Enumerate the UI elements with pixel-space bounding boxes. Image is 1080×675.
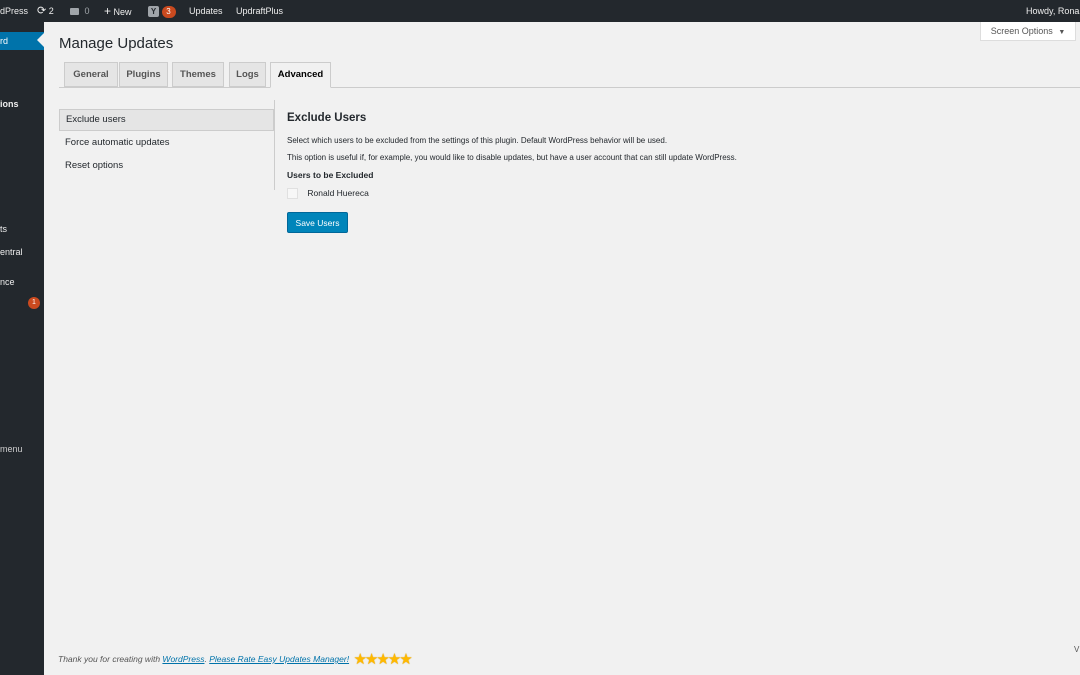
- admin-bar: dPress ⟳ 2 0 + New Y 3 Updates UpdraftPl…: [0, 0, 1080, 22]
- admin-footer: Thank you for creating with WordPress. P…: [58, 650, 413, 668]
- comments-count: 0: [84, 6, 90, 16]
- sidebar-item-label: ts: [0, 224, 8, 234]
- howdy-user-menu[interactable]: Howdy, Ronal: [1026, 0, 1080, 22]
- screen-options-label: Screen Options: [990, 26, 1053, 36]
- sidebar-item-label: ions: [0, 99, 19, 109]
- subnav-exclude-users[interactable]: Exclude users: [59, 109, 274, 131]
- save-users-button[interactable]: Save Users: [287, 212, 348, 233]
- tab-advanced[interactable]: Advanced: [270, 62, 331, 88]
- footer-text: Thank you for creating with: [58, 654, 163, 664]
- updates-count: 2: [48, 6, 54, 16]
- subnav-force-automatic-updates[interactable]: Force automatic updates: [59, 133, 271, 153]
- tab-bar: General Plugins Themes Logs Advanced: [59, 62, 1080, 88]
- new-label: New: [113, 7, 132, 17]
- subnav-reset-options[interactable]: Reset options: [59, 156, 271, 176]
- tab-logs[interactable]: Logs: [229, 62, 266, 87]
- sidebar-item-label: rd: [0, 36, 9, 46]
- caret-down-icon: ▼: [1058, 29, 1066, 36]
- updraftplus-link[interactable]: UpdraftPlus: [236, 0, 283, 22]
- sidebar-item-label: entral: [0, 247, 23, 257]
- comment-icon: [70, 8, 79, 16]
- admin-sidebar: rd ions ts entral nce 1 menu: [0, 22, 44, 675]
- user-checkbox[interactable]: [287, 188, 298, 200]
- sidebar-item-appearance[interactable]: nce: [0, 273, 44, 291]
- user-option-row: Ronald Huereca: [287, 188, 369, 200]
- sidebar-item-label: menu: [0, 444, 23, 454]
- tab-themes[interactable]: Themes: [172, 62, 224, 87]
- sidebar-item-posts[interactable]: ts: [0, 220, 44, 238]
- site-name-link[interactable]: dPress: [0, 0, 28, 22]
- plugins-badge: 1: [28, 297, 40, 309]
- yoast-icon: Y: [148, 6, 159, 18]
- footer-version: V: [1074, 645, 1080, 654]
- sidebar-item-label: nce: [0, 277, 15, 287]
- rating-stars-icon[interactable]: ★★★★★: [353, 651, 412, 668]
- comments-indicator[interactable]: 0: [70, 0, 90, 22]
- sidebar-item-options[interactable]: ions: [0, 95, 44, 113]
- tab-general[interactable]: General: [64, 62, 118, 87]
- sidebar-item-central[interactable]: entral: [0, 243, 44, 261]
- sidebar-item-plugins[interactable]: 1: [0, 297, 44, 315]
- page-title: Manage Updates: [59, 35, 174, 52]
- tab-plugins[interactable]: Plugins: [119, 62, 168, 87]
- wordpress-link[interactable]: WordPress: [162, 654, 204, 664]
- screen-options-button[interactable]: Screen Options ▼: [980, 22, 1076, 41]
- description-line-2: This option is useful if, for example, y…: [287, 153, 737, 162]
- advanced-subnav: Exclude users Force automatic updates Re…: [59, 100, 275, 190]
- sidebar-item-collapse-menu[interactable]: menu: [0, 440, 44, 458]
- section-title: Exclude Users: [287, 112, 367, 124]
- description-line-1: Select which users to be excluded from t…: [287, 136, 668, 145]
- updates-link[interactable]: Updates: [189, 0, 223, 22]
- users-excluded-label: Users to be Excluded: [287, 170, 374, 180]
- new-content-link[interactable]: + New: [104, 0, 132, 22]
- updates-indicator[interactable]: ⟳ 2: [37, 0, 54, 22]
- plus-icon: +: [104, 4, 112, 18]
- rate-plugin-link[interactable]: Please Rate Easy Updates Manager!: [209, 654, 349, 664]
- refresh-icon: ⟳: [37, 5, 47, 17]
- yoast-menu[interactable]: Y 3: [148, 0, 176, 22]
- user-name: Ronald Huereca: [307, 188, 369, 198]
- current-menu-arrow: [37, 33, 44, 47]
- yoast-badge: 3: [161, 5, 176, 18]
